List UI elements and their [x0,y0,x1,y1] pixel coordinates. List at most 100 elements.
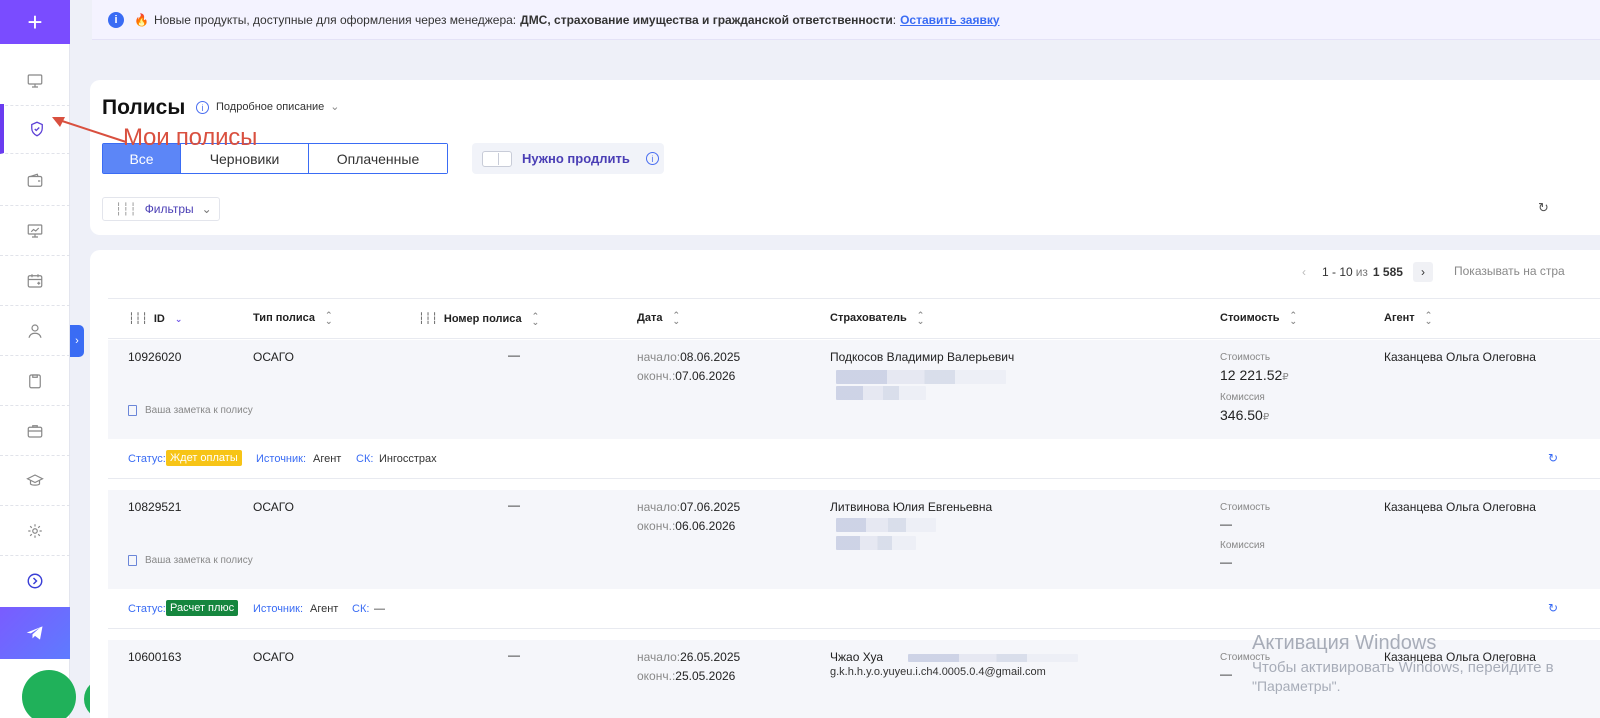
policy-type: ОСАГО [253,500,294,514]
insurer-name[interactable]: Литвинова Юлия Евгеньевна [830,500,992,514]
needs-renewal-filter: Нужно продлить i [472,143,664,174]
sidebar-expand-button[interactable]: › [70,325,84,357]
policy-cost: — [1220,517,1232,531]
prev-page-button[interactable]: ‹ [1294,262,1314,282]
sidebar-item-calendar[interactable] [0,256,70,306]
info-icon[interactable]: i [196,101,209,114]
total-count: 1 585 [1372,265,1403,279]
redacted-contact [836,536,916,550]
chevron-down-icon: ⌄ [201,202,212,216]
col-agent[interactable]: Агент ⌃ ⌄ [1384,311,1433,326]
insurer-email: g.k.h.h.y.o.yuyeu.i.ch4.0005.0.4@gmail.c… [830,666,1046,678]
start-date: 07.06.2025 [680,500,741,514]
document-icon [128,405,137,416]
info-icon[interactable]: i [645,152,659,165]
user-icon [28,323,42,338]
policies-header: Полисы i Подробное описание ⌄ Все Чернови… [90,80,1600,235]
sidebar-item-profile[interactable] [0,306,70,356]
policy-number: — [508,648,520,662]
col-cost[interactable]: Стоимость ⌃ ⌄ [1220,311,1298,326]
document-icon [128,555,137,566]
sort-desc-icon[interactable]: ⌄ [175,314,183,323]
sidebar-item-reports[interactable] [0,206,70,256]
sort-icon[interactable]: ⌃ ⌄ [532,311,540,326]
policy-type: ОСАГО [253,650,294,664]
col-policy-type[interactable]: Тип полиса ⌃ ⌄ [253,311,333,326]
notice-products: ДМС, страхование имущества и гражданской… [520,12,893,27]
refresh-icon[interactable]: ↻ [1538,200,1554,216]
policy-type: ОСАГО [253,350,294,364]
needs-renewal-label: Нужно продлить [522,151,630,166]
policy-note[interactable]: Ваша заметка к полису [128,555,253,566]
description-toggle[interactable]: Подробное описание ⌄ [216,100,340,113]
agent-name: Казанцева Ольга Олеговна [1384,350,1536,364]
sort-icon[interactable]: ⌃ ⌄ [917,311,925,326]
source-value: Агент [310,603,339,615]
start-date: 08.06.2025 [680,350,741,364]
graduation-cap-icon [26,473,44,486]
table-row[interactable]: 10926020 ОСАГО — начало:08.06.2025 оконч… [108,340,1600,439]
chevron-right-circle-icon [27,573,43,589]
redacted-contact [836,518,936,532]
policy-id[interactable]: 10829521 [128,500,181,514]
redacted-contact [908,654,1078,662]
sort-icon[interactable]: ⌃ ⌄ [1425,311,1433,326]
col-date[interactable]: Дата ⌃ ⌄ [637,311,680,326]
insurer-name[interactable]: Чжао Хуа [830,650,883,664]
refresh-icon[interactable]: ↻ [1548,451,1558,465]
plus-icon: + [27,6,43,37]
sidebar-item-settings[interactable] [0,506,70,556]
sort-icon[interactable]: ⌃ ⌄ [1290,311,1298,326]
briefcase-icon [27,424,43,438]
submit-request-link[interactable]: Оставить заявку [900,13,999,27]
filters-button[interactable]: ┆┆┆ Фильтры ⌄ [102,197,220,221]
windows-activation-watermark: Активация Windows Чтобы активировать Win… [1252,632,1554,694]
refresh-icon[interactable]: ↻ [1548,601,1558,615]
info-icon: i [108,11,124,28]
columns-icon[interactable]: ┆┆┆ [128,312,148,325]
columns-icon[interactable]: ┆┆┆ [418,312,438,325]
policy-note[interactable]: Ваша заметка к полису [128,405,253,416]
insurer-name[interactable]: Подкосов Владимир Валерьевич [830,350,1014,364]
add-button[interactable]: + [0,0,70,44]
next-page-button[interactable]: › [1412,262,1433,282]
end-date: 25.05.2026 [675,669,736,683]
redacted-contact [836,370,1006,384]
table-row[interactable]: 10829521 ОСАГО — начало:07.06.2025 оконч… [108,490,1600,589]
policy-commission: — [1220,555,1232,569]
end-date: 07.06.2026 [675,369,736,383]
sidebar: + [0,0,70,718]
col-insurer[interactable]: Страхователь ⌃ ⌄ [830,311,925,326]
sidebar-item-tasks[interactable] [0,356,70,406]
chevron-down-icon: ⌄ [330,101,340,113]
sidebar-item-wallet[interactable] [0,156,70,206]
redacted-contact [836,386,926,400]
sidebar-item-portfolio[interactable] [0,406,70,456]
insurance-company: Ингосстрах [379,453,437,465]
policy-id[interactable]: 10600163 [128,650,181,664]
chat-widget-button[interactable] [22,670,76,718]
start-date: 26.05.2025 [680,650,741,664]
telegram-button[interactable] [0,607,70,659]
status-badge: Расчет плюс [166,600,239,616]
tab-paid[interactable]: Оплаченные [309,144,447,173]
policy-id[interactable]: 10926020 [128,350,181,364]
gear-icon [28,523,42,538]
col-id[interactable]: ┆┆┆ ID ⌄ [128,312,183,326]
fire-icon: 🔥 [134,12,149,27]
needs-renewal-toggle[interactable] [482,150,512,167]
row-status-bar: Статус: Расчет плюс Источник: Агент СК: … [108,589,1600,629]
col-policy-number[interactable]: ┆┆┆ Номер полиса ⌃ ⌄ [418,311,540,326]
sidebar-item-dashboard[interactable] [0,56,70,106]
status-badge: Ждет оплаты [166,450,242,466]
sidebar-item-education[interactable] [0,456,70,506]
sort-icon[interactable]: ⌃ ⌄ [672,311,680,326]
policy-cost: 12 221.52 [1220,367,1283,383]
source-value: Агент [313,453,342,465]
notice-text: Новые продукты, доступные для оформления… [153,12,517,27]
page-size-label[interactable]: Показывать на стра [1454,264,1565,278]
calendar-add-icon [27,273,43,288]
telegram-icon [26,626,43,640]
sort-icon[interactable]: ⌃ ⌄ [325,311,333,326]
sidebar-item-more[interactable] [0,556,70,606]
